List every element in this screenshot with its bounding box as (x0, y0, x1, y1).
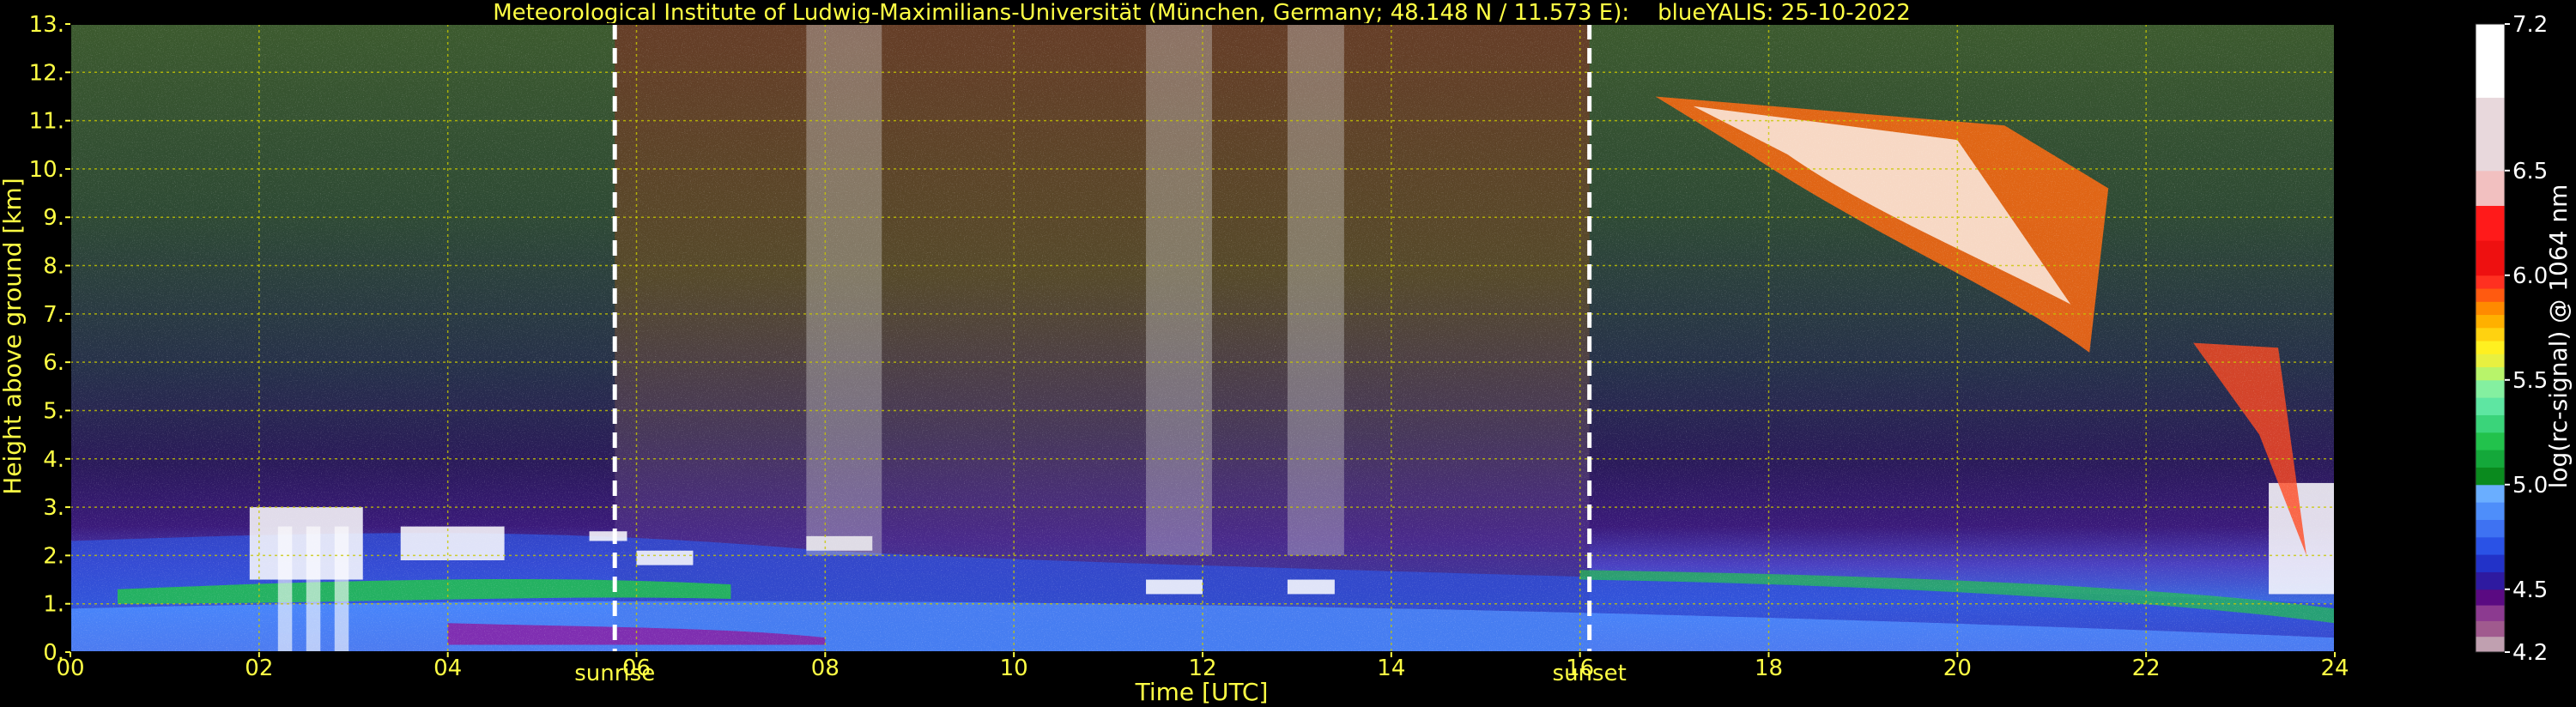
colorbar-bin (2476, 397, 2505, 415)
colorbar-bin (2476, 414, 2505, 433)
colorbar: 4.2 4.5 5.0 5.5 6.0 6.5 7.2 (2475, 12, 2548, 666)
colorbar-bin (2476, 354, 2505, 368)
colorbar-bin (2476, 170, 2505, 206)
y-tick-label: 4. (43, 447, 64, 473)
colorbar-bin (2476, 379, 2505, 398)
colorbar-tick-label: 5.0 (2512, 473, 2548, 499)
x-tick-label: 04 (433, 656, 462, 681)
colorbar-tick-label: 4.5 (2512, 577, 2548, 603)
x-tick-label: 02 (245, 656, 273, 681)
colorbar-tick-label: 7.2 (2512, 12, 2548, 38)
colorbar-bin (2476, 240, 2505, 276)
colorbar-bin (2476, 536, 2505, 555)
x-tick-label: 08 (811, 656, 839, 681)
y-tick-label: 2. (43, 543, 64, 569)
colorbar-bin (2476, 450, 2505, 468)
lidar-chart: Meteorological Institute of Ludwig-Maxim… (0, 0, 2573, 706)
colorbar-bin (2476, 275, 2505, 289)
y-tick-label: 8. (43, 254, 64, 280)
y-tick-label: 5. (43, 398, 64, 424)
colorbar-bin (2476, 554, 2505, 572)
x-tick-label: 06 (622, 656, 651, 681)
y-tick-label: 0. (43, 640, 64, 666)
colorbar-bin (2476, 467, 2505, 486)
y-tick-label: 3. (43, 495, 64, 521)
x-axis: 00 02 04 06 08 10 12 14 16 18 20 22 24 (56, 652, 2349, 681)
colorbar-tick-label: 6.5 (2512, 159, 2548, 184)
colorbar-bin (2476, 432, 2505, 450)
colorbar-bin (2476, 24, 2505, 98)
x-axis-label: Time [UTC] (1135, 678, 1269, 706)
y-tick-label: 7. (43, 302, 64, 328)
y-tick-label: 9. (43, 205, 64, 231)
x-tick-label: 18 (1755, 656, 1783, 681)
y-axis: 0. 1. 2. 3. 4. 5. 6. 7. 8. 9. 10. 11. 12. 13. (29, 12, 70, 666)
y-tick-label: 6. (43, 350, 64, 376)
colorbar-bin (2476, 341, 2505, 354)
y-tick-label: 11. (29, 109, 64, 135)
y-tick-label: 13. (29, 12, 64, 38)
x-tick-label: 10 (1000, 656, 1028, 681)
x-tick-label: 14 (1377, 656, 1405, 681)
colorbar-tick-label: 6.0 (2512, 263, 2548, 289)
x-tick-label: 24 (2320, 656, 2349, 681)
colorbar-bin (2476, 636, 2505, 653)
colorbar-bin (2476, 519, 2505, 538)
colorbar-bin (2476, 502, 2505, 520)
chart-title: Meteorological Institute of Ludwig-Maxim… (493, 0, 1911, 26)
y-axis-label: Height above ground [km] (0, 178, 27, 495)
colorbar-bin (2476, 205, 2505, 241)
colorbar-bin (2476, 620, 2505, 638)
x-tick-label: 22 (2132, 656, 2161, 681)
colorbar-bin (2476, 288, 2505, 302)
colorbar-bin (2476, 605, 2505, 621)
colorbar-label: log(rc-signal) @ 1064 nm (2544, 184, 2573, 489)
colorbar-bin (2476, 571, 2505, 590)
y-tick-label: 10. (29, 157, 64, 183)
colorbar-tick-label: 5.5 (2512, 368, 2548, 394)
colorbar-tick-label: 4.2 (2512, 640, 2548, 666)
colorbar-bin (2476, 589, 2505, 606)
colorbar-bin (2476, 327, 2505, 341)
colorbar-bin (2476, 97, 2505, 172)
y-tick-label: 12. (29, 60, 64, 86)
colorbar-bin (2476, 484, 2505, 503)
x-tick-label: 20 (1943, 656, 1972, 681)
colorbar-bin (2476, 301, 2505, 316)
colorbar-bin (2476, 314, 2505, 329)
y-tick-label: 1. (43, 592, 64, 618)
colorbar-bin (2476, 366, 2505, 381)
x-tick-label: 16 (1566, 656, 1594, 681)
